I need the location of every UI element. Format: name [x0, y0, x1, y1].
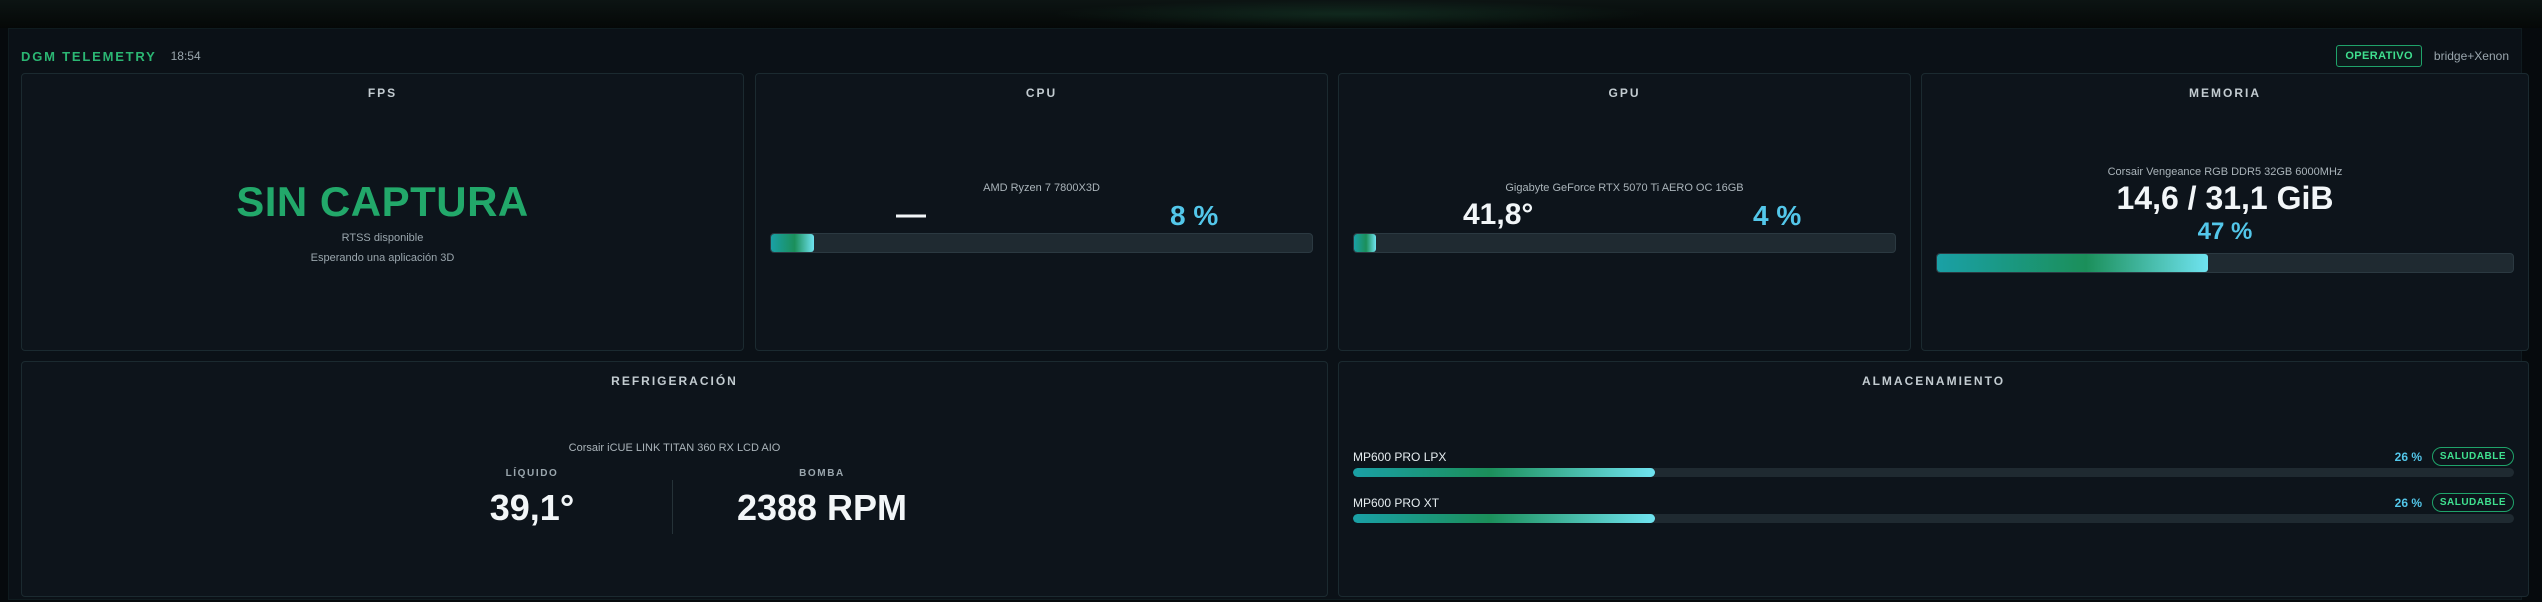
cooler-model: Corsair iCUE LINK TITAN 360 RX LCD AIO [568, 442, 781, 454]
fps-card: FPS SIN CAPTURA RTSS disponible Esperand… [21, 73, 744, 351]
gpu-load-bar [1353, 233, 1896, 253]
disk-row: MP600 PRO XT 26 % SALUDABLE [1353, 493, 2514, 536]
memory-model: Corsair Vengeance RGB DDR5 32GB 6000MHz [2107, 166, 2343, 178]
memory-card: MEMORIA Corsair Vengeance RGB DDR5 32GB … [1921, 73, 2529, 351]
gpu-load-bar-fill [1354, 234, 1376, 252]
disk-usage-bar-fill [1353, 514, 1655, 523]
gpu-temperature: 41,8° [1463, 198, 1534, 231]
disk-name: MP600 PRO XT [1353, 496, 1440, 510]
disk-usage-percent: 26 % [2394, 450, 2422, 464]
gpu-card: GPU Gigabyte GeForce RTX 5070 Ti AERO OC… [1338, 73, 1911, 351]
app-title: DGM TELEMETRY [21, 48, 157, 64]
fps-rtss-status: RTSS disponible [341, 232, 424, 244]
clock: 18:54 [170, 49, 201, 63]
cpu-load-percent: 8 % [1170, 200, 1219, 231]
cpu-model: AMD Ryzen 7 7800X3D [983, 182, 1100, 194]
disk-health-badge: SALUDABLE [2431, 447, 2514, 466]
data-source-label: bridge+Xenon [2433, 49, 2509, 63]
card-title: GPU [1608, 86, 1641, 100]
memory-usage-bar-fill [1937, 254, 2208, 272]
window-top-strip [0, 0, 2542, 28]
card-title: CPU [1025, 86, 1058, 100]
cpu-load-bar-fill [771, 234, 815, 252]
disk-row: MP600 PRO LPX 26 % SALUDABLE [1353, 447, 2514, 490]
disk-usage-bar-fill [1353, 468, 1655, 477]
storage-card: ALMACENAMIENTO MP600 PRO LPX 26 % SALUDA… [1338, 361, 2529, 597]
telemetry-dashboard: DGM TELEMETRY 18:54 OPERATIVO bridge+Xen… [8, 28, 2529, 600]
card-title: FPS [367, 86, 398, 100]
cpu-load-bar [770, 233, 1313, 253]
disk-name: MP600 PRO LPX [1353, 450, 1447, 464]
disk-usage-percent: 26 % [2394, 496, 2422, 510]
liquid-label: LÍQUIDO [505, 468, 559, 479]
pump-speed-group: BOMBA 2388 RPM [722, 468, 922, 529]
card-title: MEMORIA [2189, 86, 2261, 100]
liquid-temperature: 39,1° [489, 487, 575, 528]
cooling-card: REFRIGERACIÓN Corsair iCUE LINK TITAN 36… [21, 361, 1328, 597]
pump-speed: 2388 RPM [736, 487, 908, 528]
memory-usage: 14,6 / 31,1 GiB [2116, 180, 2334, 216]
memory-usage-bar [1936, 253, 2514, 273]
status-badge: OPERATIVO [2336, 45, 2422, 67]
pump-label: BOMBA [799, 468, 845, 479]
card-title: ALMACENAMIENTO [1861, 374, 2006, 388]
memory-percent: 47 % [2197, 218, 2253, 245]
fps-state: SIN CAPTURA [236, 178, 529, 225]
gpu-load-percent: 4 % [1753, 200, 1802, 231]
disk-usage-bar [1353, 468, 2514, 477]
disk-usage-bar [1353, 514, 2514, 523]
cpu-temperature: — [896, 198, 926, 231]
header-bar: DGM TELEMETRY 18:54 OPERATIVO bridge+Xen… [21, 43, 2509, 69]
disk-health-badge: SALUDABLE [2431, 493, 2514, 512]
card-title: REFRIGERACIÓN [611, 374, 738, 388]
cooling-divider [672, 480, 673, 534]
liquid-temp-group: LÍQUIDO 39,1° [452, 468, 612, 529]
cpu-card: CPU AMD Ryzen 7 7800X3D — 8 % [755, 73, 1328, 351]
gpu-model: Gigabyte GeForce RTX 5070 Ti AERO OC 16G… [1505, 182, 1744, 194]
fps-waiting-message: Esperando una aplicación 3D [310, 252, 455, 264]
